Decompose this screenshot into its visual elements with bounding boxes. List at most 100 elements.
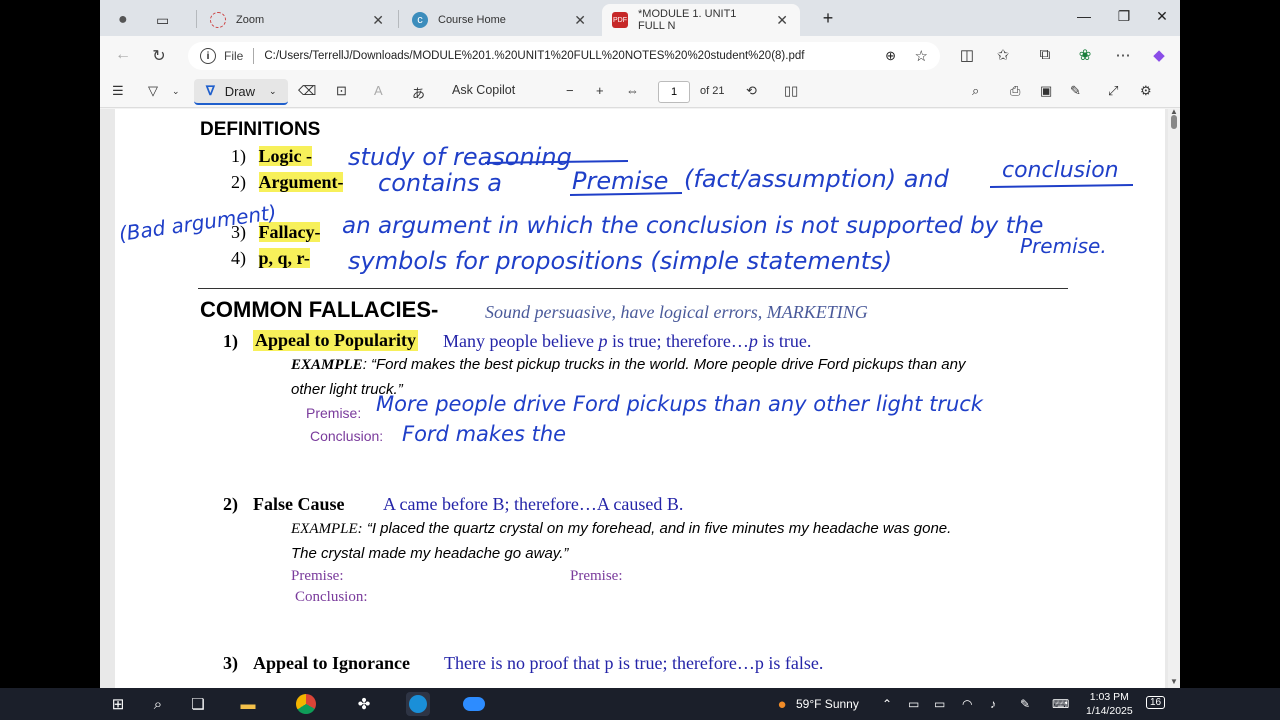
vertical-scrollbar[interactable]: ▲ ▼ <box>1168 107 1180 688</box>
refresh-icon[interactable]: ↻ <box>148 46 170 66</box>
battery-icon[interactable]: ▭ <box>934 697 945 711</box>
weather-icon[interactable]: ● <box>770 692 794 716</box>
translate-icon[interactable]: あ <box>412 83 425 102</box>
volume-icon[interactable]: ♪ <box>990 697 996 711</box>
clock-date: 1/14/2025 <box>1086 705 1133 717</box>
url-text[interactable]: C:/Users/TerrellJ/Downloads/MODULE%201.%… <box>264 50 804 62</box>
tab-actions-button[interactable]: ▭ <box>146 4 176 36</box>
contents-icon[interactable]: ☰ <box>112 83 124 99</box>
draw-button[interactable]: ∇ Draw ⌄ <box>194 79 288 105</box>
save-as-icon[interactable]: ✎ <box>1070 83 1081 99</box>
search-icon[interactable]: ⌕ <box>972 83 979 99</box>
settings-gear-icon[interactable]: ⚙ <box>1140 83 1152 99</box>
extensions-icon[interactable]: ❀ <box>1074 46 1096 64</box>
weather-text[interactable]: 59°F Sunny <box>796 697 859 711</box>
favorites-icon[interactable]: ✩ <box>992 46 1014 64</box>
favorite-star-icon[interactable]: ☆ <box>915 47 928 65</box>
ink-argument-premise: Premise <box>572 167 668 195</box>
scroll-down-icon[interactable]: ▼ <box>1170 677 1178 686</box>
rotate-icon[interactable]: ⟲ <box>746 83 757 99</box>
split-screen-icon[interactable]: ◫ <box>956 46 978 64</box>
print-icon[interactable]: ⎙ <box>1010 83 1020 99</box>
tab-actions-icon: ▭ <box>156 11 170 28</box>
chevron-up-icon[interactable]: ⌃ <box>882 697 892 711</box>
close-icon[interactable]: ✕ <box>776 12 788 29</box>
ink-premise-note: More people drive Ford pickups than any … <box>376 392 984 416</box>
save-icon[interactable]: ▣ <box>1040 83 1052 99</box>
draw-label: Draw <box>224 83 256 99</box>
file-explorer-icon[interactable]: ▬ <box>236 692 260 716</box>
clock-time: 1:03 PM <box>1089 691 1129 703</box>
tab-label: Zoom <box>236 14 265 26</box>
page-total: of 21 <box>700 85 725 97</box>
page-number-input[interactable]: 1 <box>658 81 690 103</box>
ink-fallacy-premise: Premise. <box>1020 234 1107 258</box>
file-label: File <box>224 49 244 63</box>
search-icon[interactable]: ⌕ <box>146 692 170 716</box>
page-current: 1 <box>670 86 678 98</box>
zoom-icon[interactable]: ⊕ <box>885 48 896 64</box>
ink-argument-a: contains a <box>378 169 502 197</box>
browser-window: ● ▭ Zoom ✕ c Course Home ✕ PDF *MODULE 1… <box>100 0 1180 688</box>
back-icon[interactable]: ← <box>112 46 134 64</box>
text-format-icon[interactable]: A <box>374 83 383 98</box>
text-box-icon[interactable]: ⊡ <box>336 83 347 99</box>
menu-icon[interactable]: ⋯ <box>1112 46 1134 64</box>
tab-module-pdf[interactable]: PDF *MODULE 1. UNIT1 FULL N ✕ <box>602 4 800 36</box>
wifi-icon[interactable]: ◠ <box>962 697 972 711</box>
ink-layer: study of reasoning contains a Premise (f… <box>117 143 1134 446</box>
tab-strip: ● ▭ Zoom ✕ c Course Home ✕ PDF *MODULE 1… <box>100 0 1180 36</box>
page-view-icon[interactable]: ▯▯ <box>784 83 798 99</box>
minimize-button[interactable]: — <box>1074 8 1094 24</box>
course-icon: c <box>412 12 428 28</box>
zoom-in-button[interactable]: + <box>596 83 604 98</box>
fit-width-icon[interactable]: ⇔ <box>626 83 639 98</box>
highlight-icon[interactable]: ▽ <box>148 83 158 99</box>
close-window-button[interactable]: ✕ <box>1152 8 1172 25</box>
zoom-app-icon[interactable] <box>462 692 486 716</box>
taskbar: ⊞ ⌕ ❏ ▬ ✤ ● 59°F Sunny ⌃ ▭ ▭ ◠ ♪ ✎ ⌨ 1:0… <box>0 688 1280 720</box>
chrome-icon[interactable] <box>294 692 318 716</box>
profile-button[interactable]: ● <box>108 4 138 36</box>
scroll-thumb[interactable] <box>1171 115 1177 129</box>
pdf-viewport[interactable]: DEFINITIONS 1) Logic - 2) Argument- 3) F… <box>100 109 1168 688</box>
fullscreen-icon[interactable]: ⤢ <box>1108 83 1118 99</box>
chevron-down-icon[interactable]: ⌄ <box>172 86 180 97</box>
ink-argument-conclusion: conclusion <box>1002 158 1119 183</box>
pdf-toolbar: ☰ ▽ ⌄ ∇ Draw ⌄ ⌫ ⊡ A あ Ask Copilot − + ⇔… <box>100 76 1180 108</box>
edge-icon[interactable] <box>406 692 430 716</box>
close-icon[interactable]: ✕ <box>574 12 586 29</box>
app-icon[interactable]: ✤ <box>352 692 376 716</box>
pen-icon: ∇ <box>206 83 215 98</box>
address-row: ← ↻ i File C:/Users/TerrellJ/Downloads/M… <box>100 36 1180 76</box>
pen-tray-icon[interactable]: ✎ <box>1020 697 1030 711</box>
close-icon[interactable]: ✕ <box>372 12 384 29</box>
notifications-badge[interactable]: 16 <box>1146 696 1166 709</box>
profile-icon: ● <box>118 11 128 28</box>
tray-app-icon[interactable]: ▭ <box>908 697 919 711</box>
ink-conclusion-note: Ford makes the <box>402 422 566 446</box>
ink-fallacy: an argument in which the conclusion is n… <box>342 213 1043 239</box>
ask-copilot-button[interactable]: Ask Copilot <box>452 83 515 97</box>
tab-course-home[interactable]: c Course Home ✕ <box>402 4 598 36</box>
copilot-icon[interactable]: ◆ <box>1148 46 1170 64</box>
ink-bad-argument: (Bad argument) <box>117 200 278 246</box>
keyboard-icon[interactable]: ⌨ <box>1052 697 1069 711</box>
task-view-icon[interactable]: ❏ <box>186 692 210 716</box>
new-tab-button[interactable]: + <box>818 8 838 29</box>
restore-button[interactable]: ❐ <box>1114 8 1134 25</box>
eraser-icon[interactable]: ⌫ <box>298 83 316 99</box>
address-bar[interactable]: i File C:/Users/TerrellJ/Downloads/MODUL… <box>188 42 940 70</box>
start-icon[interactable]: ⊞ <box>106 692 130 716</box>
chevron-down-icon: ⌄ <box>269 85 277 96</box>
ink-underline <box>989 184 1134 188</box>
info-icon[interactable]: i <box>200 48 216 64</box>
zoom-out-button[interactable]: − <box>566 83 574 98</box>
ink-argument-b: (fact/assumption) and <box>684 165 950 193</box>
tab-zoom[interactable]: Zoom ✕ <box>200 4 396 36</box>
pdf-icon: PDF <box>612 12 628 28</box>
clock[interactable]: 1:03 PM 1/14/2025 <box>1086 690 1133 718</box>
ink-symbols: symbols for propositions (simple stateme… <box>348 247 892 275</box>
collections-icon[interactable]: ⧉ <box>1034 46 1056 63</box>
ink-logic: study of reasoning <box>348 143 572 171</box>
